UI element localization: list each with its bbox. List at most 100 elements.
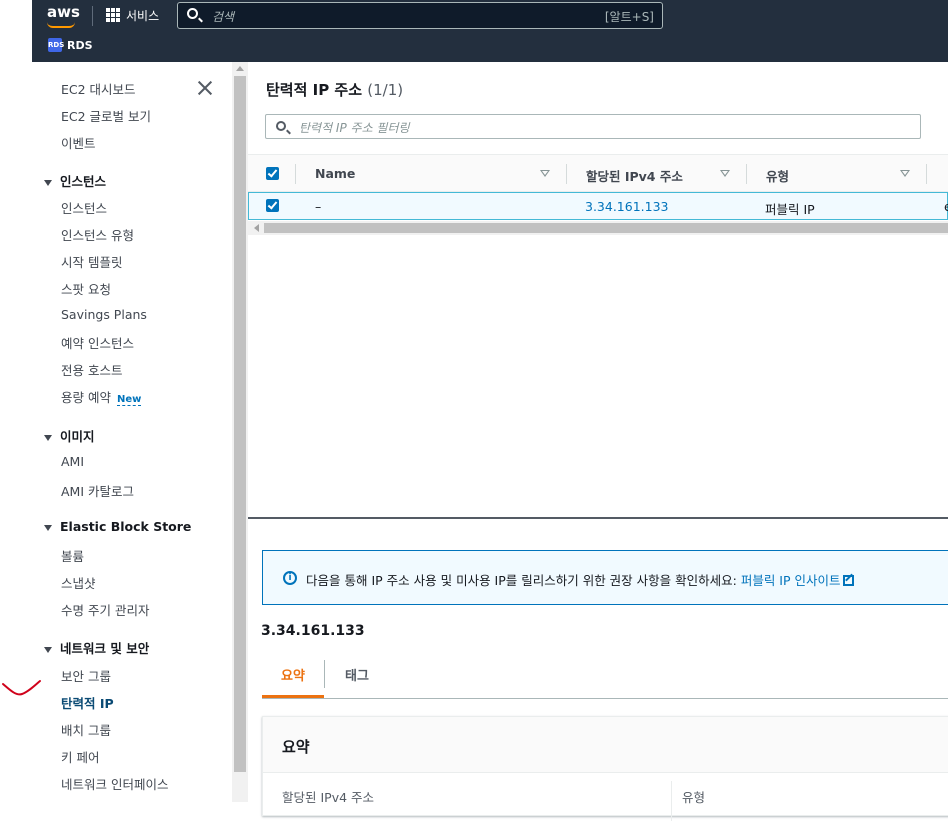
group-title: 인스턴스 <box>60 174 107 189</box>
close-icon[interactable] <box>197 80 213 96</box>
scroll-left-arrow-icon[interactable] <box>254 224 259 232</box>
aws-logo[interactable]: aws <box>47 3 80 28</box>
elastic-ip-filter-input[interactable]: 탄력적 IP 주소 필터링 <box>265 114 921 139</box>
active-tab-indicator <box>262 695 324 698</box>
global-search-input[interactable]: 검색 [알트+S] <box>177 2 663 29</box>
caret-down-icon <box>44 524 52 531</box>
services-button[interactable]: 서비스 <box>106 5 159 25</box>
group-title: 이미지 <box>60 429 95 444</box>
search-shortcut: [알트+S] <box>604 10 654 24</box>
sidebar-item-ami-catalog[interactable]: AMI 카탈로그 <box>61 481 134 500</box>
sidebar-item-instance-types[interactable]: 인스턴스 유형 <box>61 225 134 244</box>
item-label: 용량 예약 <box>61 390 111 405</box>
sidebar-group-instances[interactable]: 인스턴스 <box>44 171 106 190</box>
sidebar-group-network-security[interactable]: 네트워크 및 보안 <box>44 638 149 657</box>
tab-summary[interactable]: 요약 <box>281 665 305 684</box>
column-divider <box>566 164 567 184</box>
detail-title: 3.34.161.133 <box>261 623 365 639</box>
caret-down-icon <box>44 434 52 441</box>
panel-column-divider <box>671 781 672 821</box>
info-link-text: 퍼블릭 IP 인사이트 <box>740 573 841 588</box>
column-header-type[interactable]: 유형 <box>766 166 789 185</box>
caret-down-icon <box>44 646 52 653</box>
sidebar-item-capacity-reservations[interactable]: 용량 예약 New <box>61 387 142 406</box>
search-placeholder: 검색 <box>212 10 235 24</box>
column-divider <box>746 164 747 184</box>
sort-icon[interactable] <box>540 170 550 177</box>
sidebar-item-key-pairs[interactable]: 키 페어 <box>61 747 99 766</box>
search-icon <box>187 8 198 19</box>
sidebar-item-ami[interactable]: AMI <box>61 454 84 469</box>
sidebar-item-volumes[interactable]: 볼륨 <box>61 546 84 565</box>
table-scroll-thumb[interactable] <box>264 223 948 233</box>
sidebar-scrollbar[interactable] <box>232 62 248 802</box>
cell-truncated: e <box>944 199 948 214</box>
sidebar-item-placement-groups[interactable]: 배치 그룹 <box>61 720 111 739</box>
tab-tags[interactable]: 태그 <box>345 665 369 684</box>
sidebar-item-ec2-dashboard[interactable]: EC2 대시보드 <box>61 79 136 98</box>
sidebar-item-events[interactable]: 이벤트 <box>61 133 96 152</box>
column-divider <box>926 164 927 184</box>
grid-icon <box>106 8 120 22</box>
sidebar-group-images[interactable]: 이미지 <box>44 426 95 445</box>
label-allocated-ipv4: 할당된 IPv4 주소 <box>282 790 375 805</box>
sidebar-item-security-groups[interactable]: 보안 그룹 <box>61 666 111 685</box>
info-icon: i <box>283 571 297 585</box>
sidebar-item-network-interfaces[interactable]: 네트워크 인터페이스 <box>61 774 168 793</box>
sidebar-item-ec2-global-view[interactable]: EC2 글로벌 보기 <box>61 106 151 125</box>
scroll-up-arrow-icon[interactable] <box>236 66 244 71</box>
sidebar-item-snapshots[interactable]: 스냅샷 <box>61 573 96 592</box>
group-title: Elastic Block Store <box>60 519 192 534</box>
services-label: 서비스 <box>126 8 160 23</box>
column-header-name[interactable]: Name <box>315 166 355 181</box>
sidebar-item-elastic-ip[interactable]: 탄력적 IP <box>61 693 114 712</box>
summary-panel-header: 요약 <box>263 717 948 773</box>
table-row[interactable]: – 3.34.161.133 퍼블릭 IP e <box>248 192 948 220</box>
label-type: 유형 <box>682 790 706 805</box>
detail-tabs: 요약 태그 <box>262 652 948 699</box>
top-navigation: aws 서비스 검색 [알트+S] RDS RDS <box>32 0 948 62</box>
public-ip-insights-link[interactable]: 퍼블릭 IP 인사이트 <box>741 573 854 588</box>
page-count: (1/1) <box>367 81 404 99</box>
summary-panel-title: 요약 <box>282 738 310 756</box>
sort-icon[interactable] <box>900 170 910 177</box>
sidebar-item-instances[interactable]: 인스턴스 <box>61 198 107 217</box>
sidebar-item-lifecycle-manager[interactable]: 수명 주기 관리자 <box>61 600 149 619</box>
cell-name: – <box>315 199 322 214</box>
caret-down-icon <box>44 179 52 186</box>
sidebar-item-savings-plans[interactable]: Savings Plans <box>61 307 147 322</box>
summary-panel: 요약 할당된 IPv4 주소 유형 <box>262 716 948 821</box>
sidebar-scroll-thumb[interactable] <box>234 76 246 772</box>
sidebar-item-launch-templates[interactable]: 시작 템플릿 <box>61 252 122 271</box>
select-all-checkbox[interactable] <box>266 167 279 180</box>
topbar-divider <box>92 6 93 26</box>
favorite-rds[interactable]: RDS RDS <box>48 38 93 52</box>
red-check-annotation <box>2 680 41 696</box>
aws-logo-text: aws <box>47 3 80 21</box>
column-header-ipv4[interactable]: 할당된 IPv4 주소 <box>586 166 683 185</box>
main-content: 탄력적 IP 주소 (1/1) 탄력적 IP 주소 필터링 Name 할당된 I… <box>248 62 948 821</box>
page-title: 탄력적 IP 주소 (1/1) <box>266 79 403 100</box>
sidebar: EC2 대시보드 EC2 글로벌 보기 이벤트 인스턴스 인스턴스 인스턴스 유… <box>32 62 232 802</box>
rds-icon: RDS <box>48 38 64 52</box>
page-title-text: 탄력적 IP 주소 <box>266 81 363 99</box>
sidebar-item-dedicated-hosts[interactable]: 전용 호스트 <box>61 360 122 379</box>
sidebar-group-ebs[interactable]: Elastic Block Store <box>44 519 191 534</box>
table-header: Name 할당된 IPv4 주소 유형 <box>248 154 948 192</box>
info-alert: i 다음을 통해 IP 주소 사용 및 미사용 IP를 릴리스하기 위한 권장 … <box>262 550 948 605</box>
tab-divider <box>324 660 325 688</box>
external-link-icon <box>842 575 854 586</box>
cell-ipv4-link[interactable]: 3.34.161.133 <box>585 199 669 214</box>
info-message: 다음을 통해 IP 주소 사용 및 미사용 IP를 릴리스하기 위한 권장 사항… <box>306 573 737 588</box>
sidebar-item-spot-requests[interactable]: 스팟 요청 <box>61 279 111 298</box>
group-title: 네트워크 및 보안 <box>60 641 150 656</box>
sidebar-item-reserved-instances[interactable]: 예약 인스턴스 <box>61 333 134 352</box>
row-checkbox[interactable] <box>266 199 279 212</box>
favorite-label: RDS <box>67 38 93 52</box>
cell-type: 퍼블릭 IP <box>765 202 815 217</box>
split-panel-divider[interactable] <box>248 517 948 519</box>
info-text: 다음을 통해 IP 주소 사용 및 미사용 IP를 릴리스하기 위한 권장 사항… <box>306 570 854 589</box>
new-badge: New <box>116 394 142 406</box>
table-horizontal-scrollbar[interactable] <box>248 221 948 235</box>
sort-icon[interactable] <box>720 170 730 177</box>
